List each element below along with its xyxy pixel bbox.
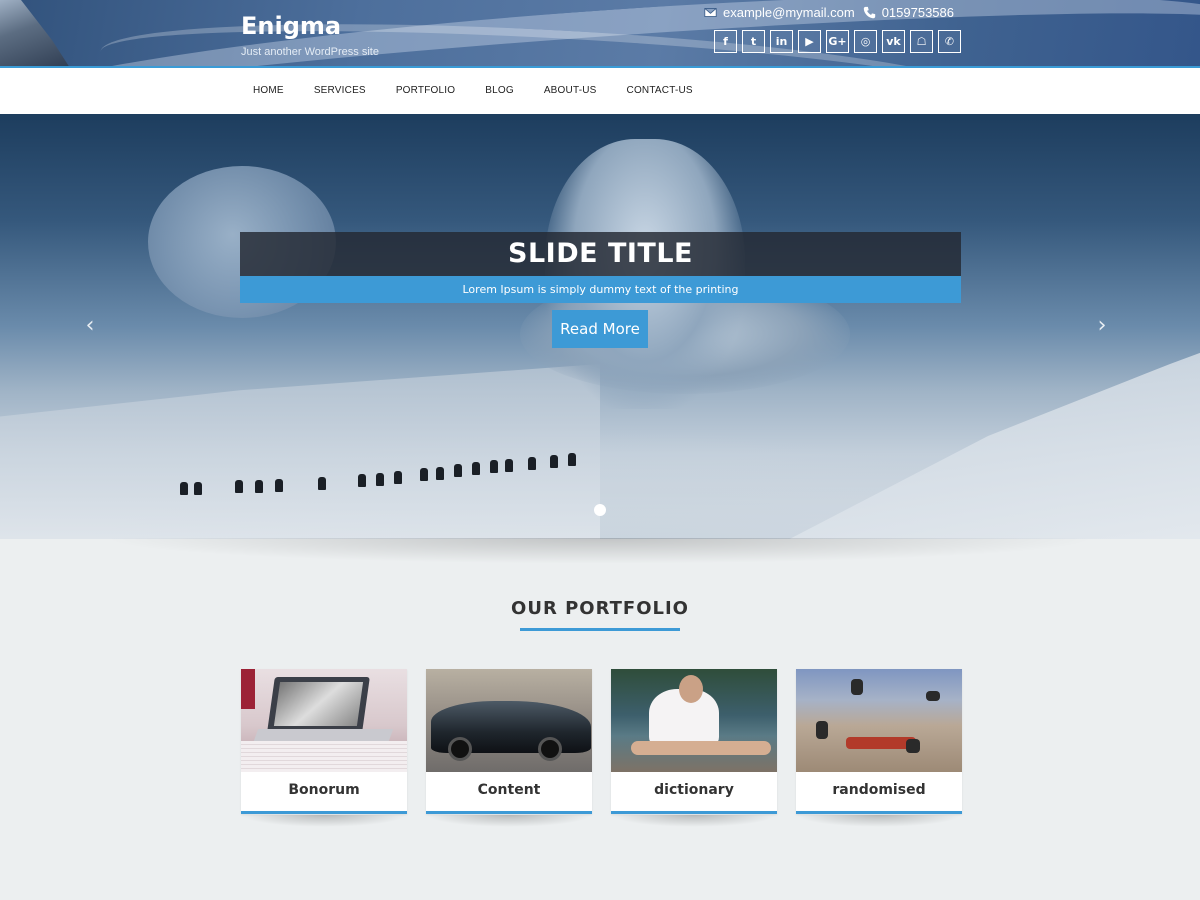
main-nav: HOME SERVICES PORTFOLIO BLOG ABOUT-US CO… [0,68,1200,114]
portfolio-heading: OUR PORTFOLIO [511,598,689,619]
card-shadow [241,815,407,827]
portfolio-image[interactable] [611,669,777,772]
slider-prev-icon[interactable]: ‹ [78,314,102,338]
hero-shadow [100,538,1100,564]
slide-title: SLIDE TITLE [240,232,961,276]
site-tagline: Just another WordPress site [241,46,379,58]
slider-next-icon[interactable]: › [1090,314,1114,338]
hero-slider: SLIDE TITLE Lorem Ipsum is simply dummy … [0,114,1200,539]
card-shadow [611,815,777,827]
phone-icon [863,6,875,18]
social-icons: f t in ▶ G+ ◎ vk ☖ ✆ [714,30,961,53]
slider-dot-active[interactable] [594,504,606,516]
portfolio-caption[interactable]: Content [426,772,592,811]
slider-dots [594,504,606,516]
whatsapp-icon[interactable]: ✆ [938,30,961,53]
google-plus-icon[interactable]: G+ [826,30,849,53]
envelope-icon [704,7,717,17]
portfolio-card[interactable]: Bonorum [241,669,407,827]
nav-item-about-us[interactable]: ABOUT-US [529,68,612,114]
site-title[interactable]: Enigma [241,12,341,40]
portfolio-image[interactable] [426,669,592,772]
phone-text: 0159753586 [881,4,954,20]
contact-info: example@mymail.com 0159753586 [704,4,954,20]
read-more-button[interactable]: Read More [552,310,648,348]
portfolio-caption[interactable]: dictionary [611,772,777,811]
facebook-icon[interactable]: f [714,30,737,53]
contact-email[interactable]: example@mymail.com [704,5,855,20]
portfolio-card[interactable]: dictionary [611,669,777,827]
portfolio-caption[interactable]: randomised [796,772,962,811]
slide-caption: SLIDE TITLE Lorem Ipsum is simply dummy … [240,232,961,348]
nav-item-services[interactable]: SERVICES [299,68,381,114]
header-mountain-graphic [0,0,70,66]
vk-icon[interactable]: vk [882,30,905,53]
portfolio-card[interactable]: randomised [796,669,962,827]
linkedin-icon[interactable]: in [770,30,793,53]
portfolio-heading-underline [520,628,680,631]
email-text: example@mymail.com [723,4,855,20]
portfolio-caption[interactable]: Bonorum [241,772,407,811]
instagram-icon[interactable]: ◎ [854,30,877,53]
twitter-icon[interactable]: t [742,30,765,53]
top-header: Enigma Just another WordPress site examp… [0,0,1200,68]
nav-item-contact-us[interactable]: CONTACT-US [612,68,708,114]
slide-description: Lorem Ipsum is simply dummy text of the … [240,276,961,303]
nav-item-blog[interactable]: BLOG [470,68,529,114]
card-shadow [796,815,962,827]
card-shadow [426,815,592,827]
portfolio-image[interactable] [796,669,962,772]
portfolio-card[interactable]: Content [426,669,592,827]
contact-phone[interactable]: 0159753586 [863,5,954,20]
nav-item-portfolio[interactable]: PORTFOLIO [381,68,470,114]
slide-climbers-graphic [180,452,580,495]
nav-item-home[interactable]: HOME [238,68,299,114]
snapchat-icon[interactable]: ☖ [910,30,933,53]
portfolio-grid: Bonorum Content dictionary randomised [241,669,962,827]
youtube-icon[interactable]: ▶ [798,30,821,53]
portfolio-image[interactable] [241,669,407,772]
